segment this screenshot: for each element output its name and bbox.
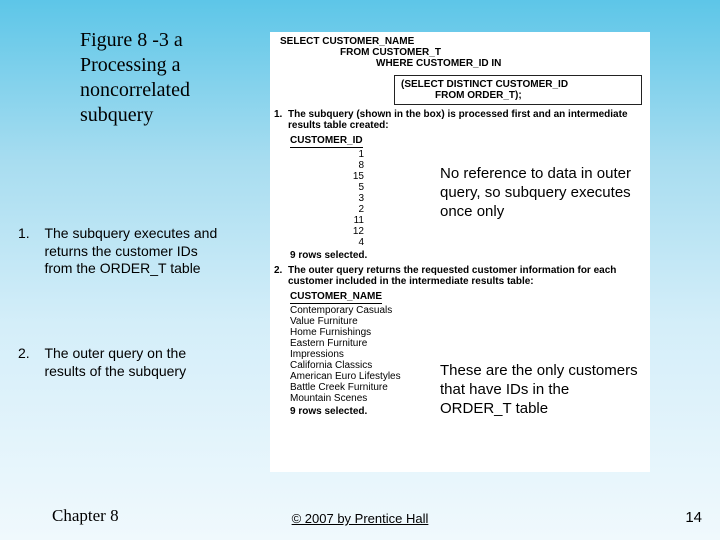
list-item: Impressions bbox=[290, 349, 646, 360]
callout-result: These are the only customers that have I… bbox=[440, 362, 640, 418]
fig-step-text: The subquery (shown in the box) is proce… bbox=[288, 109, 646, 131]
sql-line: FROM CUSTOMER_T bbox=[280, 47, 640, 58]
figure-title: Figure 8 -3 a Processing a noncorrelated… bbox=[80, 28, 250, 128]
list-item: 3 bbox=[290, 193, 364, 204]
step-text: The subquery executes and returns the cu… bbox=[44, 225, 224, 278]
callout-noncorrelated: No reference to data in outer query, so … bbox=[440, 165, 640, 221]
list-item: 4 bbox=[290, 237, 364, 248]
list-item: Eastern Furniture bbox=[290, 338, 646, 349]
figure-step-2: 2. The outer query returns the requested… bbox=[274, 265, 646, 287]
step-text: The outer query on the results of the su… bbox=[44, 345, 224, 380]
list-item: 12 bbox=[290, 226, 364, 237]
list-item: 11 bbox=[290, 215, 364, 226]
figure-step-1: 1. The subquery (shown in the box) is pr… bbox=[274, 109, 646, 131]
step-number: 1. bbox=[18, 225, 40, 241]
sql-line: WHERE CUSTOMER_ID IN bbox=[280, 58, 640, 69]
list-item: 1 bbox=[290, 149, 364, 160]
explanation-step-2: 2. The outer query on the results of the… bbox=[18, 345, 238, 380]
fig-step-text: The outer query returns the requested cu… bbox=[288, 265, 646, 287]
outer-query: SELECT CUSTOMER_NAME FROM CUSTOMER_T WHE… bbox=[274, 34, 646, 71]
fig-step-num: 1. bbox=[274, 109, 288, 131]
rows-selected-1: 9 rows selected. bbox=[290, 250, 646, 261]
copyright-text: © 2007 by Prentice Hall bbox=[0, 511, 720, 526]
sql-line: SELECT CUSTOMER_NAME bbox=[280, 36, 640, 47]
list-item: 8 bbox=[290, 160, 364, 171]
list-item: Home Furnishings bbox=[290, 327, 646, 338]
list-item: Value Furniture bbox=[290, 316, 646, 327]
sql-line: (SELECT DISTINCT CUSTOMER_ID bbox=[401, 79, 635, 90]
column-header-customer-name: CUSTOMER_NAME bbox=[290, 291, 382, 304]
list-item: 5 bbox=[290, 182, 364, 193]
column-header-customer-id: CUSTOMER_ID bbox=[290, 135, 363, 148]
page-number: 14 bbox=[685, 509, 702, 526]
explanation-step-1: 1. The subquery executes and returns the… bbox=[18, 225, 238, 278]
inner-subquery-box: (SELECT DISTINCT CUSTOMER_ID FROM ORDER_… bbox=[394, 75, 642, 105]
step-number: 2. bbox=[18, 345, 40, 361]
list-item: 15 bbox=[290, 171, 364, 182]
sql-line: FROM ORDER_T); bbox=[401, 90, 635, 101]
list-item: 2 bbox=[290, 204, 364, 215]
fig-step-num: 2. bbox=[274, 265, 288, 287]
list-item: Contemporary Casuals bbox=[290, 305, 646, 316]
